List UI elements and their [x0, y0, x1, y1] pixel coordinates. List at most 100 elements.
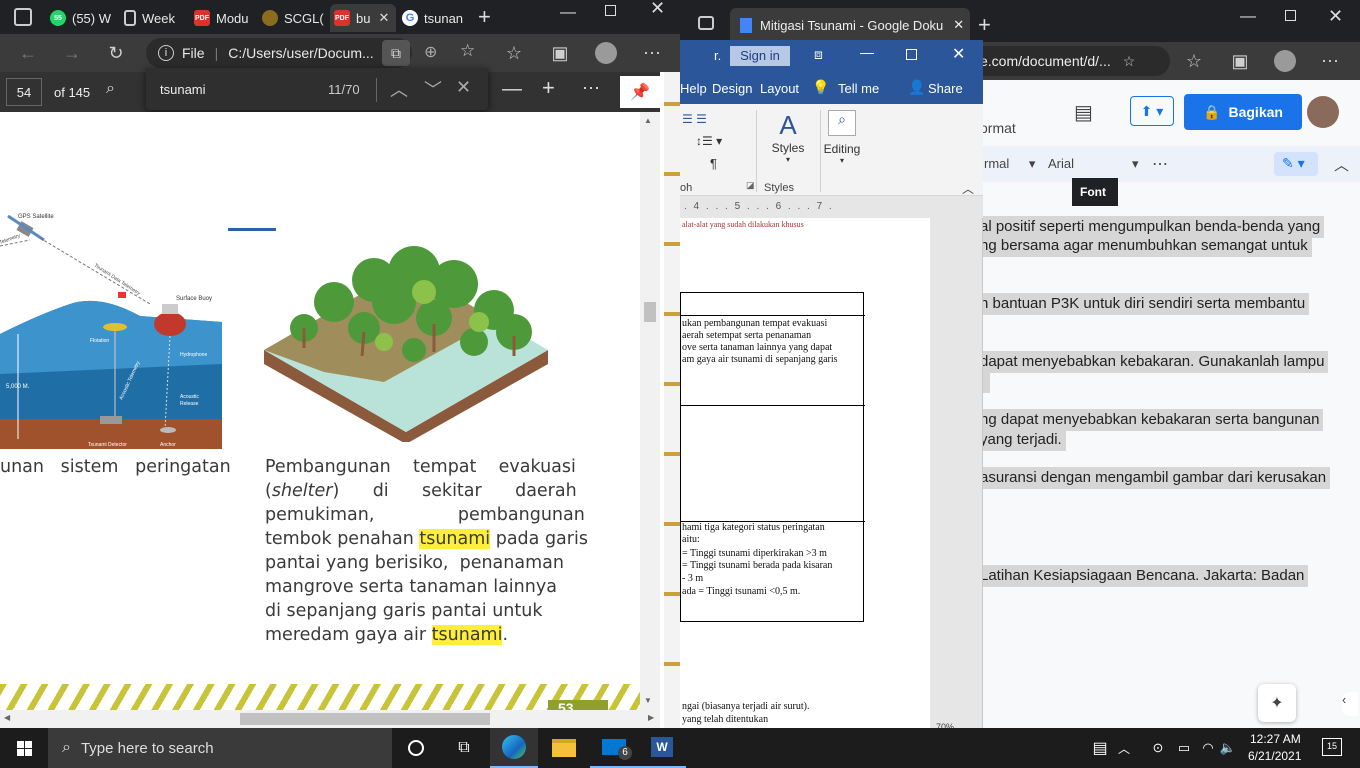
close-tab-icon[interactable]: ✕: [953, 17, 964, 33]
word-title-bar: r. Sign in ⧈ — ✕: [680, 40, 983, 72]
edit-mode-button[interactable]: ✎ ▾: [1274, 152, 1318, 176]
zoom-in-icon[interactable]: +: [542, 75, 555, 101]
menu-layout[interactable]: Layout: [760, 81, 799, 96]
forward-icon[interactable]: →: [58, 39, 86, 67]
pilcrow-icon[interactable]: ¶: [710, 156, 717, 171]
google-docs-editor: ormat ▤ ⬆ ▾ 🔒 Bagikan rmal ▾ Arial ▾ ⋯ ✎ …: [980, 80, 1360, 728]
word-icon[interactable]: W: [638, 728, 686, 768]
maximize-icon[interactable]: [1285, 10, 1296, 21]
pin-toolbar-button[interactable]: 📌: [620, 76, 660, 108]
minimize-icon[interactable]: —: [560, 4, 576, 22]
styles-button[interactable]: A Styles ▾: [768, 110, 808, 178]
collections-icon[interactable]: ▣: [546, 39, 574, 67]
format-menu[interactable]: ormat: [980, 120, 1016, 136]
address-bar[interactable]: e.com/document/d/... ☆: [980, 46, 1170, 76]
tab-whatsapp[interactable]: 55 (55) W: [50, 4, 120, 32]
extensions-icon[interactable]: ☆: [1180, 47, 1208, 75]
present-button[interactable]: ⬆ ▾: [1130, 96, 1174, 126]
table-cell-line: = Tinggi tsunami diperkirakan >3 m: [682, 548, 827, 559]
side-panel-toggle-icon[interactable]: ‹: [1342, 692, 1358, 716]
collections-icon[interactable]: ▣: [1226, 47, 1254, 75]
mail-icon[interactable]: 6: [590, 728, 638, 768]
zoom-icon[interactable]: ⊕: [424, 42, 437, 62]
ribbon-display-icon[interactable]: ⧈: [814, 46, 823, 63]
table-cell-line: ada = Tinggi tsunami <0,5 m.: [682, 586, 801, 597]
volume-icon[interactable]: 🔈: [1216, 728, 1240, 768]
close-window-icon[interactable]: ✕: [650, 0, 665, 19]
file-explorer-icon[interactable]: [540, 728, 588, 768]
new-tab-icon[interactable]: +: [978, 12, 991, 38]
extensions-icon[interactable]: ☆: [500, 39, 528, 67]
more-tools-icon[interactable]: ⋯: [1152, 154, 1168, 174]
zoom-out-icon[interactable]: —: [502, 78, 522, 101]
line-spacing-icon[interactable]: ↕☰ ▾: [696, 134, 722, 148]
explore-button[interactable]: ✦: [1258, 684, 1296, 722]
task-view-icon[interactable]: ⧉: [440, 728, 488, 768]
find-input[interactable]: tsunami: [160, 82, 206, 97]
tab-actions-icon[interactable]: [698, 16, 714, 30]
new-tab-icon[interactable]: +: [478, 4, 491, 30]
refresh-icon[interactable]: ↻: [102, 39, 130, 67]
more-options-icon[interactable]: ⋯: [582, 78, 600, 99]
info-icon[interactable]: i: [158, 45, 174, 61]
show-hidden-icons[interactable]: ︿: [1112, 728, 1136, 768]
collapse-ribbon-icon[interactable]: ︿: [962, 180, 974, 197]
more-icon[interactable]: ⋯: [1316, 47, 1344, 75]
tab-actions-icon[interactable]: [14, 8, 32, 26]
edge-icon[interactable]: [490, 728, 538, 768]
style-dropdown[interactable]: rmal ▾: [984, 156, 1035, 172]
collapse-icon[interactable]: ︿: [1334, 154, 1349, 175]
vertical-scrollbar[interactable]: ▲ ▼: [640, 112, 660, 710]
minimize-icon[interactable]: —: [1240, 8, 1256, 26]
word-maximize-icon[interactable]: [906, 49, 917, 60]
share-button[interactable]: 🔒 Bagikan: [1184, 94, 1302, 130]
people-icon[interactable]: ⊙: [1146, 728, 1170, 768]
favorite-icon[interactable]: ☆: [1123, 53, 1136, 70]
find-close-icon[interactable]: ✕: [456, 77, 471, 98]
word-close-icon[interactable]: ✕: [952, 44, 965, 64]
maximize-icon[interactable]: [605, 5, 616, 16]
back-icon[interactable]: ←: [14, 39, 42, 67]
editing-button[interactable]: ⌕ Editing ▾: [820, 110, 864, 178]
user-avatar[interactable]: [1307, 96, 1339, 128]
tab-modul[interactable]: PDF Modu: [194, 4, 256, 32]
more-icon[interactable]: ⋯: [638, 39, 666, 67]
search-icon[interactable]: ⌕: [106, 80, 115, 98]
sign-in-button[interactable]: Sign in: [730, 46, 790, 66]
font-dropdown[interactable]: Arial ▾: [1040, 152, 1144, 176]
horizontal-scrollbar[interactable]: ◀ ▶: [0, 710, 660, 728]
comment-icon[interactable]: ▤: [1074, 100, 1093, 125]
profile-avatar[interactable]: [595, 42, 617, 64]
address-bar[interactable]: i File | C:/Users/user/Docum...: [146, 38, 412, 68]
battery-icon[interactable]: ▭: [1172, 728, 1196, 768]
clock-date[interactable]: 6/21/2021: [1248, 749, 1301, 763]
tab-bu[interactable]: PDF bu ✕: [330, 4, 396, 32]
tab-google-docs[interactable]: Mitigasi Tsunami - Google Doku ✕: [730, 8, 970, 42]
cortana-icon[interactable]: [392, 728, 440, 768]
font-tooltip: Font: [1072, 178, 1118, 206]
find-next-icon[interactable]: ﹀: [424, 76, 442, 102]
doc-line: dapat menyebabkan kebakaran. Gunakanlah …: [980, 351, 1329, 373]
indent-icon[interactable]: ☰ ☰: [682, 112, 707, 126]
profile-avatar[interactable]: [1274, 50, 1296, 72]
clock-time[interactable]: 12:27 AM: [1250, 732, 1301, 746]
scroll-thumb[interactable]: [644, 302, 656, 322]
share-button[interactable]: Share: [928, 81, 963, 96]
menu-design[interactable]: Design: [712, 81, 752, 96]
favorite-icon[interactable]: ☆: [460, 41, 475, 61]
close-tab-icon[interactable]: ✕: [378, 10, 389, 26]
notification-icon[interactable]: 15: [1322, 738, 1342, 756]
hscroll-thumb[interactable]: [240, 713, 490, 725]
menu-help[interactable]: Help: [680, 81, 707, 96]
find-previous-icon[interactable]: ︿: [390, 76, 408, 102]
start-button[interactable]: [0, 728, 48, 768]
tab-scgl[interactable]: SCGL(: [262, 4, 328, 32]
taskbar-search[interactable]: ⌕ Type here to search: [48, 728, 392, 768]
close-window-icon[interactable]: ✕: [1328, 6, 1343, 27]
tell-me-search[interactable]: Tell me: [838, 81, 879, 96]
tab-week[interactable]: Week: [124, 4, 190, 32]
tab-tsunami[interactable]: G tsunan: [402, 4, 468, 32]
page-number-input[interactable]: 54: [6, 78, 42, 106]
word-minimize-icon[interactable]: —: [860, 44, 874, 60]
reader-icon[interactable]: ⧉: [382, 40, 410, 66]
